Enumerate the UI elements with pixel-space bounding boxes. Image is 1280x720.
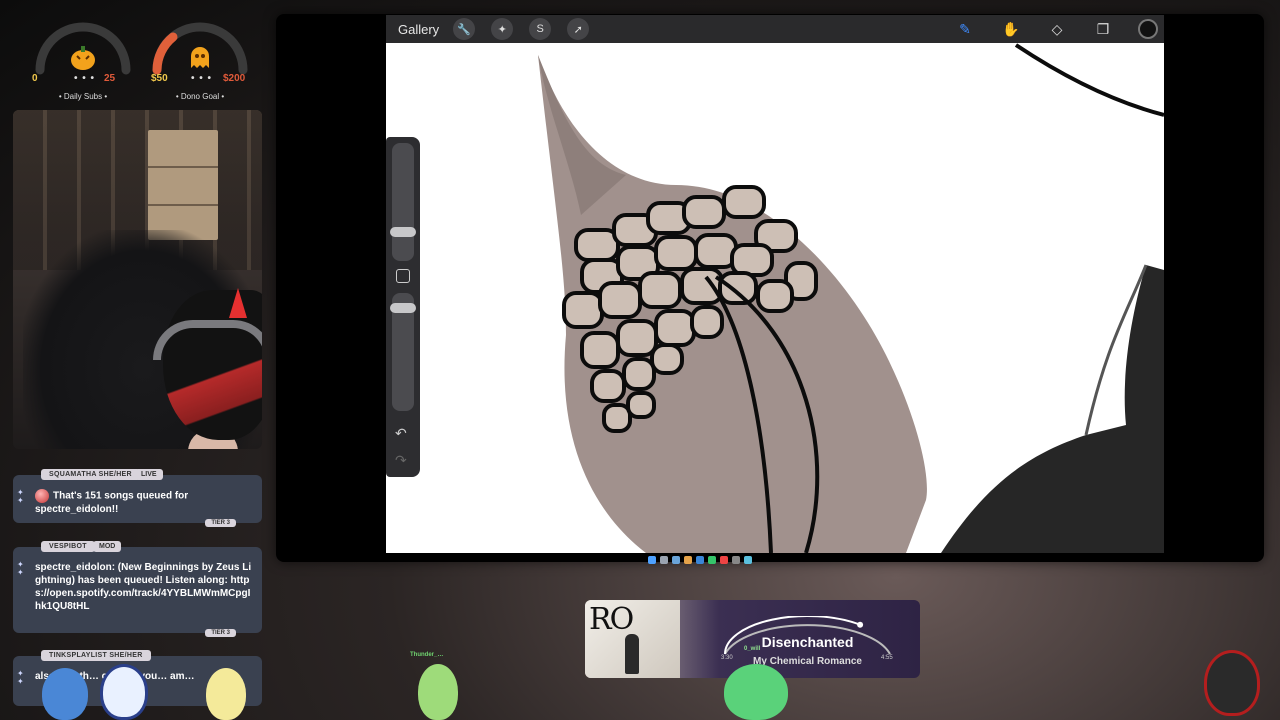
chat-username: VESPIBOT	[41, 541, 95, 552]
album-art: RO	[585, 600, 680, 678]
chat-username: TINKSPLAYLIST SHE/HER	[41, 650, 151, 661]
gauge-caption: • Daily Subs •	[58, 92, 108, 101]
undo-icon[interactable]: ↶	[395, 425, 407, 442]
procreate-sidebar: ↶ ↷	[386, 137, 420, 477]
eraser-icon[interactable]: ◇	[1046, 18, 1068, 40]
slider-thumb[interactable]	[390, 227, 416, 237]
magic-wand-icon[interactable]: ✦	[491, 18, 514, 40]
smudge-icon[interactable]: ✋	[1000, 18, 1022, 40]
app-icon[interactable]	[732, 556, 740, 564]
penguin-mascot	[42, 668, 88, 720]
chat-badge: MOD	[93, 541, 122, 552]
windows-icon[interactable]	[648, 556, 656, 564]
wolf-mascot	[1204, 650, 1260, 716]
gauge-low: $50	[151, 73, 168, 84]
tier-badge: TIER 3	[205, 519, 236, 527]
procreate-toolbar: Gallery 🔧 ✦ S ➚ ✎ ✋ ◇ ❐	[386, 15, 1164, 43]
chat-text: spectre_eidolon: (New Beginnings by Zeus…	[35, 562, 252, 612]
brush-size-slider[interactable]	[390, 143, 416, 261]
deer-mascot	[206, 668, 246, 720]
procreate-canvas[interactable]: Gallery 🔧 ✦ S ➚ ✎ ✋ ◇ ❐	[386, 15, 1164, 553]
app-icon[interactable]	[696, 556, 704, 564]
gauge-caption: • Dono Goal •	[175, 92, 225, 101]
search-icon[interactable]	[660, 556, 668, 564]
emote-icon	[35, 489, 49, 503]
redo-icon[interactable]: ↷	[395, 452, 407, 469]
webcam-feed	[13, 110, 262, 449]
gallery-button[interactable]: Gallery	[398, 22, 439, 37]
wrench-icon[interactable]: 🔧	[453, 18, 476, 40]
dino-mascot	[418, 664, 458, 720]
mascot-handle: 0_will	[744, 646, 761, 652]
taskbar	[648, 556, 752, 568]
chat-message: ✦ ✦ VESPIBOT MOD spectre_eidolon: (New Be…	[13, 541, 262, 637]
chat-text-content: That's 151 songs queued for spectre_eido…	[35, 490, 189, 515]
selection-icon[interactable]: S	[529, 18, 552, 40]
slider-thumb[interactable]	[390, 303, 416, 313]
app-icon[interactable]	[744, 556, 752, 564]
gauge-dots: • • •	[191, 73, 213, 84]
tier-badge: TIER 3	[205, 629, 236, 637]
app-icon[interactable]	[672, 556, 680, 564]
chat-text: That's 151 songs queued for spectre_eido…	[35, 489, 252, 516]
chat-badge: LIVE	[135, 469, 163, 480]
artwork	[538, 43, 1164, 553]
daily-subs-gauge: 0 • • • 25 • Daily Subs •	[28, 12, 138, 102]
gauge-dots: • • •	[74, 73, 96, 84]
album-art-text: RO	[589, 602, 634, 637]
brush-icon[interactable]: ✎	[954, 18, 976, 40]
ghost-icon	[185, 42, 215, 72]
gauge-high: 25	[104, 73, 116, 84]
modify-button[interactable]	[396, 269, 410, 283]
cat-mascot	[100, 664, 148, 720]
app-icon[interactable]	[708, 556, 716, 564]
transform-icon[interactable]: ➚	[567, 18, 590, 40]
gauge-high: $200	[223, 73, 246, 84]
sparkle-icon: ✦ ✦	[17, 560, 24, 577]
streamer-hair	[163, 290, 262, 440]
sparkle-icon: ✦ ✦	[17, 488, 24, 505]
background-cabinet	[148, 130, 218, 240]
frog-mascot	[724, 664, 788, 720]
tool-group: ✎ ✋ ◇ ❐	[930, 18, 1158, 40]
app-icon[interactable]	[720, 556, 728, 564]
chat-message: ✦ ✦ SQUAMATHA SHE/HER LIVE That's 151 son…	[13, 469, 262, 527]
chat-username: SQUAMATHA SHE/HER	[41, 469, 140, 480]
sparkle-icon: ✦ ✦	[17, 669, 24, 686]
color-picker-button[interactable]	[1138, 19, 1158, 39]
dono-goal-gauge: $50 • • • $200 • Dono Goal •	[145, 12, 255, 102]
pumpkin-icon	[68, 42, 98, 72]
mascot-handle: Thunder_…	[410, 652, 444, 658]
folder-icon[interactable]	[684, 556, 692, 564]
layers-icon[interactable]: ❐	[1092, 18, 1114, 40]
album-figure	[625, 634, 639, 674]
opacity-slider[interactable]	[390, 293, 416, 411]
gauge-low: 0	[32, 73, 38, 84]
